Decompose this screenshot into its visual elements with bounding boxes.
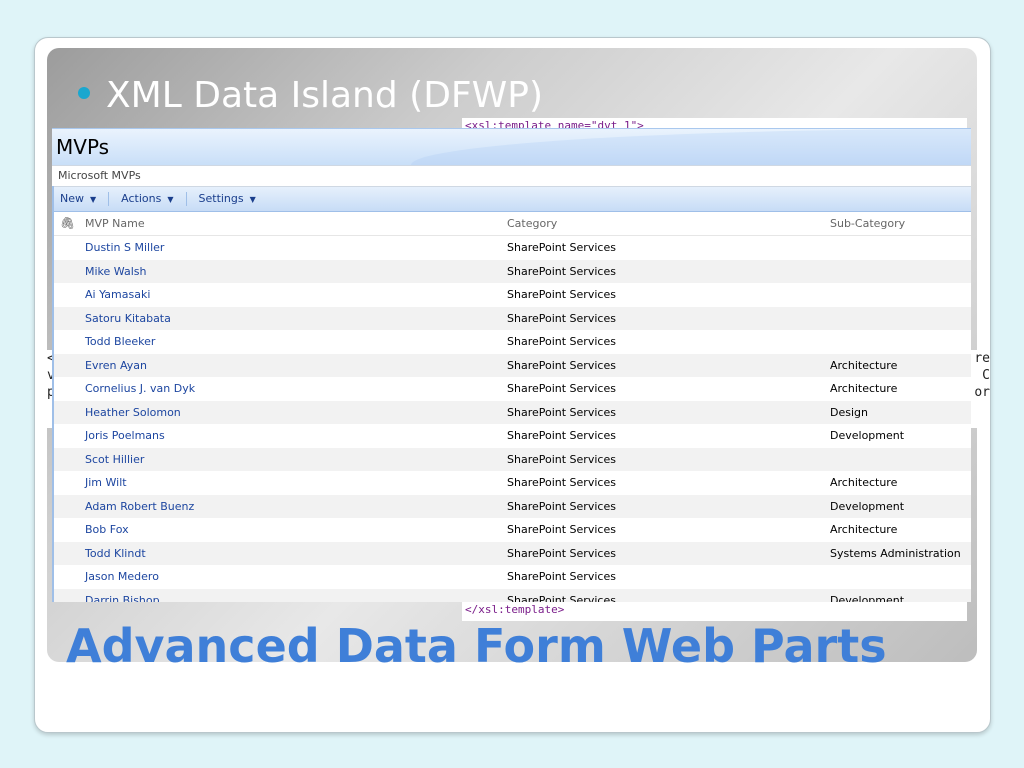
category-cell: SharePoint Services [507,382,616,395]
subcategory-cell: Development [830,593,905,603]
table-row[interactable]: Jim Wilt SharePoint Services Architecture [52,471,971,495]
table-row[interactable]: Darrin Bishop SharePoint Services Developm… [52,588,971,603]
table-row[interactable]: Adam Robert Buenz SharePoint Services Deve… [52,494,971,519]
slide-title: Advanced Data Form Web Parts [66,619,887,673]
category-cell: SharePoint Services [507,358,616,372]
column-header-category[interactable]: Category [507,212,557,235]
category-cell: SharePoint Services [507,264,616,278]
sharepoint-list-view: MVPs Microsoft MVPs New ▼ Actions ▼ Settings… [52,128,971,602]
list-title[interactable]: MVPs [56,135,109,159]
toolbar-divider [185,192,187,206]
bullet-line: XML Data Island (DFWP) [78,76,543,116]
mvp-name-link[interactable]: Dustin S Miller [85,236,164,260]
mvp-name-link[interactable]: Todd Klindt [85,542,146,566]
subcategory-cell: Architecture [830,382,898,395]
category-cell: SharePoint Services [507,523,616,536]
mvp-name-link[interactable]: Cornelius J. van Dyk [85,377,195,401]
list-description: Microsoft MVPs [52,165,971,187]
settings-menu-button[interactable]: Settings ▼ [199,187,256,212]
new-label: New [60,192,84,205]
actions-menu-button[interactable]: Actions ▼ [121,187,173,212]
attachment-icon[interactable]: 🖇 [60,212,75,235]
column-header-subcategory[interactable]: Sub-Category [830,212,905,235]
mvp-name-link[interactable]: Scot Hillier [85,448,144,472]
mvp-name-link[interactable]: Heather Solomon [85,401,181,425]
category-cell: SharePoint Services [507,405,616,419]
category-cell: SharePoint Services [507,593,616,603]
category-cell: SharePoint Services [507,570,616,583]
list-toolbar: New ▼ Actions ▼ Settings ▼ [52,187,971,212]
chevron-down-icon: ▼ [90,195,97,204]
subcategory-cell: Architecture [830,358,898,372]
subcategory-cell: Systems Administration [830,546,961,560]
list-header: MVPs [52,128,971,165]
table-row[interactable]: Satoru Kitabata SharePoint Services [52,306,971,331]
mvp-name-link[interactable]: Ai Yamasaki [85,283,150,307]
table-row[interactable]: Cornelius J. van Dyk SharePoint Services A… [52,377,971,401]
category-cell: SharePoint Services [507,452,616,466]
mvp-name-link[interactable]: Evren Ayan [85,354,147,378]
mvp-name-link[interactable]: Adam Robert Buenz [85,495,194,519]
category-cell: SharePoint Services [507,429,616,442]
category-cell: SharePoint Services [507,476,616,489]
table-row[interactable]: Mike Walsh SharePoint Services [52,259,971,284]
table-row[interactable]: Jason Medero SharePoint Services [52,565,971,589]
mvp-name-link[interactable]: Jason Medero [85,565,159,589]
table-row[interactable]: Scot Hillier SharePoint Services [52,447,971,472]
table-body: Dustin S Miller SharePoint Services Mike W… [52,236,971,602]
table-row[interactable]: Todd Klindt SharePoint Services Systems Ad… [52,541,971,566]
bullet-text: XML Data Island (DFWP) [106,75,543,116]
table-row[interactable]: Joris Poelmans SharePoint Services Develop… [52,424,971,448]
new-menu-button[interactable]: New ▼ [60,187,96,212]
mvp-name-link[interactable]: Joris Poelmans [85,424,165,448]
subcategory-cell: Architecture [830,523,898,536]
column-header-row: 🖇 MVP Name Category Sub-Category [52,212,971,236]
subcategory-cell: Architecture [830,476,898,489]
mvp-name-link[interactable]: Bob Fox [85,518,129,542]
subcategory-cell: Development [830,499,905,513]
actions-label: Actions [121,192,162,205]
list-table: 🖇 MVP Name Category Sub-Category Dustin … [52,212,971,602]
toolbar-divider [108,192,110,206]
category-cell: SharePoint Services [507,311,616,325]
subcategory-cell: Development [830,429,905,442]
xsl-close-tag: </xsl:template> [465,603,565,616]
category-cell: SharePoint Services [507,546,616,560]
chevron-down-icon: ▼ [249,195,256,204]
table-row[interactable]: Bob Fox SharePoint Services Architecture [52,518,971,542]
mvp-name-link[interactable]: Todd Bleeker [85,330,155,354]
category-cell: SharePoint Services [507,288,616,301]
table-row[interactable]: Heather Solomon SharePoint Services Design [52,400,971,425]
list-left-border [52,186,54,602]
settings-label: Settings [198,192,244,205]
subcategory-cell: Design [830,405,868,419]
category-cell: SharePoint Services [507,241,616,254]
mvp-name-link[interactable]: Jim Wilt [85,471,127,495]
table-row[interactable]: Evren Ayan SharePoint Services Architectur… [52,353,971,378]
category-cell: SharePoint Services [507,335,616,348]
table-row[interactable]: Todd Bleeker SharePoint Services [52,330,971,354]
mvp-name-link[interactable]: Mike Walsh [85,260,146,284]
mvp-name-link[interactable]: Darrin Bishop [85,589,160,603]
column-header-mvp-name[interactable]: MVP Name [85,212,145,235]
header-wave [411,129,971,165]
bullet-dot-icon [78,87,90,99]
table-row[interactable]: Dustin S Miller SharePoint Services [52,236,971,260]
category-cell: SharePoint Services [507,499,616,513]
chevron-down-icon: ▼ [167,195,174,204]
table-row[interactable]: Ai Yamasaki SharePoint Services [52,283,971,307]
mvp-name-link[interactable]: Satoru Kitabata [85,307,171,331]
